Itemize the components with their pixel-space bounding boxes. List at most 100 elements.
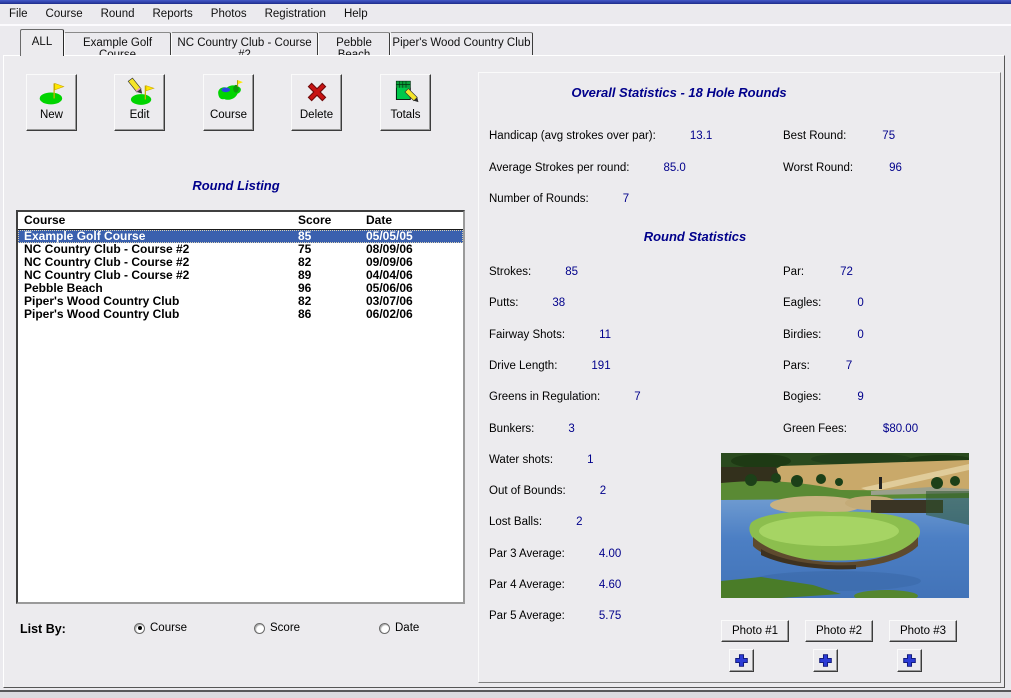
tab-example-golf-course[interactable]: Example Golf Course xyxy=(64,32,171,55)
menu-item-file[interactable]: File xyxy=(0,5,37,23)
stat-value: 9 xyxy=(857,391,863,403)
stat-label: Fairway Shots: xyxy=(489,329,565,341)
delete-round-button[interactable]: Delete xyxy=(291,74,342,131)
round-statistics-title: Round Statistics xyxy=(479,229,911,244)
stat-value: 7 xyxy=(634,391,640,403)
edit-round-button[interactable]: Edit xyxy=(114,74,165,131)
stat-row-par-5-average: Par 5 Average:5.75 xyxy=(489,610,621,622)
stat-label: Eagles: xyxy=(783,297,821,309)
delete-icon xyxy=(302,77,332,107)
totals-icon xyxy=(391,77,421,107)
round-listing-title: Round Listing xyxy=(16,178,456,193)
stat-row-drive-length: Drive Length:191 xyxy=(489,360,611,372)
add-photo-button-1[interactable] xyxy=(729,649,754,672)
cell: 86 xyxy=(298,308,311,321)
radio-button-score[interactable] xyxy=(254,623,265,634)
cell: 06/02/06 xyxy=(366,308,413,321)
stat-label: Handicap (avg strokes over par): xyxy=(489,130,656,142)
round-listbox[interactable]: Course Score Date Example Golf Course8505/… xyxy=(16,210,465,604)
stat-row-par-4-average: Par 4 Average:4.60 xyxy=(489,579,621,591)
stat-value: 2 xyxy=(576,516,582,528)
menu-item-registration[interactable]: Registration xyxy=(256,5,335,23)
menu-item-reports[interactable]: Reports xyxy=(144,5,202,23)
stat-label: Out of Bounds: xyxy=(489,485,566,497)
totals-button[interactable]: Totals xyxy=(380,74,431,131)
toolbar-button-label: New xyxy=(40,109,63,121)
stat-row-greens-in-regulation: Greens in Regulation:7 xyxy=(489,391,641,403)
stat-label: Pars: xyxy=(783,360,810,372)
stat-label: Strokes: xyxy=(489,266,531,278)
stat-row-green-fees: Green Fees: $80.00 xyxy=(783,423,918,435)
toolbar-button-label: Totals xyxy=(390,109,420,121)
stat-value: 38 xyxy=(552,297,565,309)
radio-label: Date xyxy=(395,622,419,634)
stat-value: 0 xyxy=(857,297,863,309)
stat-value: 1 xyxy=(587,454,593,466)
toolbar-button-label: Edit xyxy=(130,109,150,121)
table-row[interactable]: Piper's Wood Country Club 86 06/02/06 xyxy=(18,308,463,321)
toolbar-button-label: Course xyxy=(210,109,247,121)
stat-row-birdies: Birdies:0 xyxy=(783,329,864,341)
stat-row-putts: Putts:38 xyxy=(489,297,565,309)
stat-label: Par 5 Average: xyxy=(489,610,565,622)
menu-separator xyxy=(0,24,1011,26)
menu-item-photos[interactable]: Photos xyxy=(202,5,256,23)
stat-row-number-of-rounds: Number of Rounds:7 xyxy=(489,193,629,205)
stat-label: Green Fees: xyxy=(783,423,847,435)
menu-bar: FileCourseRoundReportsPhotosRegistration… xyxy=(0,4,1011,24)
stat-value: 7 xyxy=(623,193,629,205)
stat-row-pars: Pars:7 xyxy=(783,360,852,372)
radio-button-date[interactable] xyxy=(379,623,390,634)
stat-value: $80.00 xyxy=(883,423,918,435)
list-by-option-date[interactable]: Date xyxy=(379,622,419,634)
stat-value: 85 xyxy=(565,266,578,278)
stat-row-handicap-avg-strokes-over-par: Handicap (avg strokes over par):13.1 xyxy=(489,130,712,142)
menu-item-help[interactable]: Help xyxy=(335,5,377,23)
column-header-course[interactable]: Course xyxy=(24,213,65,227)
column-header-score[interactable]: Score xyxy=(298,213,331,227)
radio-label: Course xyxy=(150,622,187,634)
list-by-option-score[interactable]: Score xyxy=(254,622,300,634)
course-icon xyxy=(214,77,244,107)
stat-row-best-round: Best Round:75 xyxy=(783,130,895,142)
stat-row-bogies: Bogies:9 xyxy=(783,391,864,403)
add-photo-button-2[interactable] xyxy=(813,649,838,672)
course-button[interactable]: Course xyxy=(203,74,254,131)
menu-item-round[interactable]: Round xyxy=(92,5,144,23)
new-round-icon xyxy=(37,77,67,107)
list-by-option-course[interactable]: Course xyxy=(134,622,187,634)
tab-nc-country-club-course-2[interactable]: NC Country Club - Course #2 xyxy=(171,32,318,55)
add-photo-button-3[interactable] xyxy=(897,649,922,672)
photo-button-2[interactable]: Photo #2 xyxy=(805,620,873,642)
stat-value: 85.0 xyxy=(663,162,685,174)
tab-piper-s-wood-country-club[interactable]: Piper's Wood Country Club xyxy=(390,32,533,55)
overall-statistics-title: Overall Statistics - 18 Hole Rounds xyxy=(479,85,879,100)
stat-row-water-shots: Water shots:1 xyxy=(489,454,594,466)
tab-all[interactable]: ALL xyxy=(20,29,64,56)
photo-button-3[interactable]: Photo #3 xyxy=(889,620,957,642)
cell: Piper's Wood Country Club xyxy=(24,308,179,321)
radio-button-course[interactable] xyxy=(134,623,145,634)
stat-row-out-of-bounds: Out of Bounds:2 xyxy=(489,485,606,497)
stat-label: Drive Length: xyxy=(489,360,557,372)
stat-value: 75 xyxy=(882,130,895,142)
round-list-rows: Example Golf Course8505/05/05NC Country … xyxy=(18,230,463,321)
edit-round-icon xyxy=(125,77,155,107)
new-round-button[interactable]: New xyxy=(26,74,77,131)
stat-row-average-strokes-per-round: Average Strokes per round: 85.0 xyxy=(489,162,686,174)
stat-label: Birdies: xyxy=(783,329,821,341)
statistics-panel: Overall Statistics - 18 Hole Rounds Hand… xyxy=(478,72,1001,683)
add-photo-icon xyxy=(902,653,917,668)
course-photo xyxy=(721,453,969,598)
stat-row-lost-balls: Lost Balls:2 xyxy=(489,516,582,528)
photo-button-1[interactable]: Photo #1 xyxy=(721,620,789,642)
menu-item-course[interactable]: Course xyxy=(37,5,92,23)
stat-row-eagles: Eagles: 0 xyxy=(783,297,864,309)
tab-pebble-beach[interactable]: Pebble Beach xyxy=(318,32,390,55)
stat-label: Worst Round: xyxy=(783,162,853,174)
list-by-label: List By: xyxy=(20,622,66,636)
stat-label: Average Strokes per round: xyxy=(489,162,629,174)
column-header-date[interactable]: Date xyxy=(366,213,392,227)
app-window: FileCourseRoundReportsPhotosRegistration… xyxy=(0,0,1011,698)
stat-value: 11 xyxy=(599,329,611,341)
